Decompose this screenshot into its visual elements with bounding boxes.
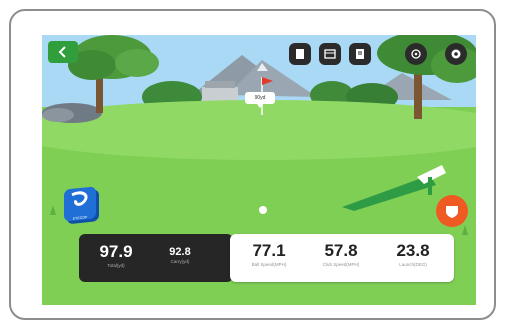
launch-stat: 23.8 Launch(DEG) bbox=[378, 241, 448, 267]
game-viewport[interactable]: 90yd EYECOP 97.9 Total(yd) 92.8 Carry(yd… bbox=[42, 35, 476, 305]
orange-action-button[interactable] bbox=[436, 195, 468, 227]
stat-label: Carry(yd) bbox=[170, 259, 190, 264]
settings-button[interactable] bbox=[445, 43, 467, 65]
stat-value: 92.8 bbox=[169, 246, 191, 258]
shield-icon bbox=[446, 206, 458, 218]
stat-value: 97.9 bbox=[99, 242, 133, 261]
stat-label: Launch(DEG) bbox=[399, 262, 427, 267]
club-speed-stat: 57.8 Club Speed(MPH) bbox=[306, 241, 376, 267]
notes-icon bbox=[356, 49, 364, 59]
stat-label: Club Speed(MPH) bbox=[322, 262, 360, 267]
chevron-left-icon bbox=[58, 46, 66, 58]
carry-stat: 92.8 Carry(yd) bbox=[155, 246, 205, 264]
notes-button[interactable] bbox=[349, 43, 371, 65]
pin-distance-tag: 90yd bbox=[245, 92, 275, 108]
primary-stats-panel: 97.9 Total(yd) 92.8 Carry(yd) bbox=[79, 234, 233, 282]
blue-brand-logo[interactable]: EYECOP bbox=[64, 186, 96, 222]
scorecard-icon bbox=[324, 49, 336, 59]
stat-label: Total(yd) bbox=[107, 263, 125, 268]
camera-view-icon bbox=[411, 49, 421, 59]
stat-value: 57.8 bbox=[324, 241, 358, 260]
total-stat: 97.9 Total(yd) bbox=[89, 242, 143, 268]
camera-view-button[interactable] bbox=[405, 43, 427, 65]
back-button[interactable] bbox=[48, 41, 78, 63]
stat-label: Ball Speed(MPH) bbox=[251, 262, 287, 267]
stat-value: 77.1 bbox=[252, 241, 286, 260]
scorecard-button[interactable] bbox=[319, 43, 341, 65]
flag-icon bbox=[296, 49, 304, 59]
gear-icon bbox=[451, 49, 461, 59]
brand-logo-icon bbox=[71, 191, 88, 206]
flag-button[interactable] bbox=[289, 43, 311, 65]
secondary-stats-panel: 77.1 Ball Speed(MPH) 57.8 Club Speed(MPH… bbox=[230, 234, 454, 282]
stat-value: 23.8 bbox=[396, 241, 430, 260]
ball-speed-stat: 77.1 Ball Speed(MPH) bbox=[234, 241, 304, 267]
